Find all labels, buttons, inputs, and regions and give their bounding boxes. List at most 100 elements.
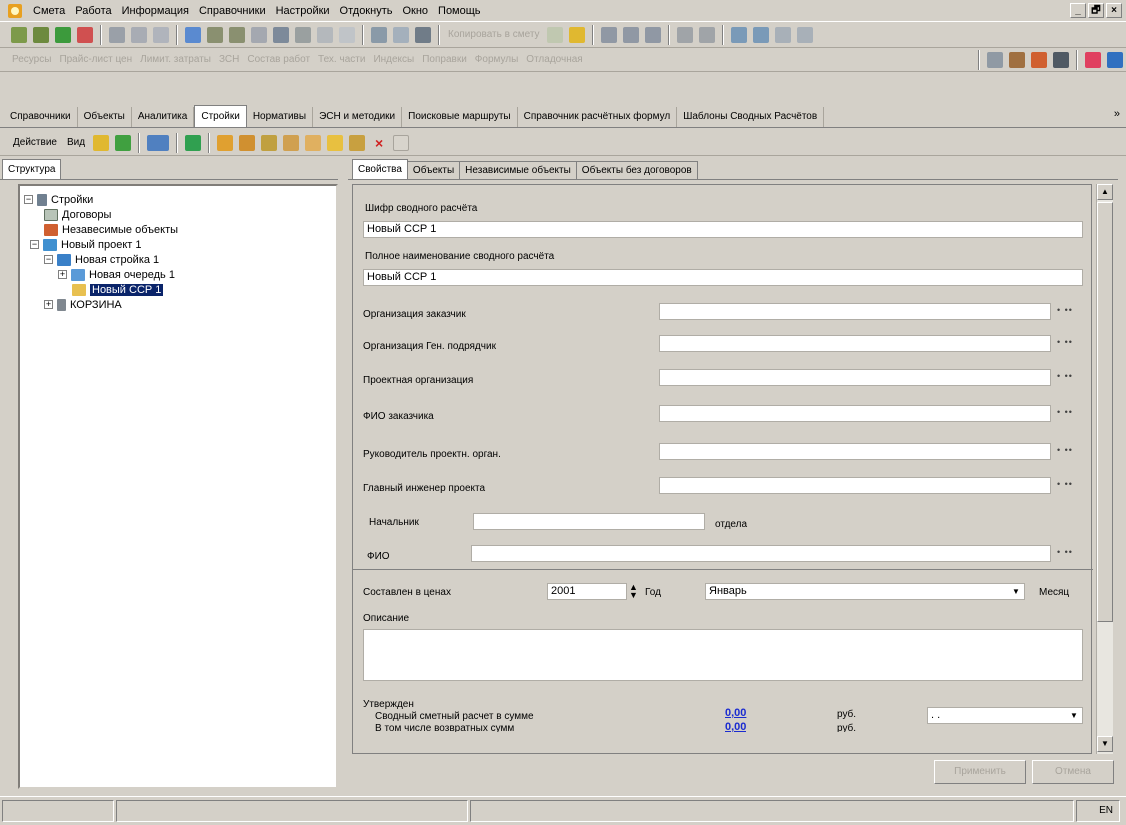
link-icon[interactable] <box>185 26 201 43</box>
returns-amount[interactable]: 0,00 <box>725 721 746 733</box>
undo-icon[interactable] <box>153 26 169 43</box>
menu-otdokhnut[interactable]: Отдокнуть <box>335 0 398 22</box>
approval-date-input[interactable]: . . <box>927 707 1083 724</box>
tab-formuly[interactable]: Справочник расчётных формул <box>518 107 678 127</box>
calc-icon[interactable] <box>207 26 223 43</box>
cut-icon[interactable] <box>339 26 355 43</box>
apply-button[interactable]: Применить <box>934 760 1026 784</box>
doc2-icon[interactable] <box>622 26 639 43</box>
month-dropdown-icon[interactable]: ▼ <box>1009 584 1023 599</box>
customer-org-input[interactable] <box>659 303 1051 320</box>
minimize-button[interactable]: _ <box>1070 3 1086 18</box>
fullname-input[interactable]: Новый ССР 1 <box>363 269 1083 286</box>
collapse-icon[interactable]: − <box>24 195 33 204</box>
tab-bez-dogovorov[interactable]: Объекты без договоров <box>575 161 698 179</box>
tree-item-stroika[interactable]: − Новая стройка 1 <box>24 252 332 267</box>
tree-item-nezavisimye[interactable]: Незавесимые объекты <box>24 222 332 237</box>
toolbar-item-teh[interactable]: Тех. части <box>314 54 369 65</box>
tree-item-stroiki[interactable]: − Стройки <box>24 192 332 207</box>
scroll-up-icon[interactable]: ▲ <box>1097 184 1113 200</box>
form-scrollbar[interactable]: ▲ ▼ <box>1096 184 1113 754</box>
menu-nastroiki[interactable]: Настройки <box>271 0 335 22</box>
green-add-icon[interactable] <box>115 134 132 151</box>
merge-icon[interactable] <box>393 26 409 43</box>
toolbar-item-zsn[interactable]: ЗСН <box>215 54 243 65</box>
save-icon[interactable] <box>55 26 71 43</box>
description-textarea[interactable] <box>363 629 1083 681</box>
new-queue-icon[interactable] <box>261 134 278 151</box>
year-spinner-icon[interactable]: ▲ ▼ <box>629 583 638 600</box>
info-icon[interactable] <box>415 26 431 43</box>
cancel-button[interactable]: Отмена <box>1032 760 1114 784</box>
project-head-lookup-button[interactable]: • •• <box>1057 445 1073 455</box>
year-input[interactable]: 2001 <box>547 583 627 600</box>
tab-svoistva[interactable]: Свойства <box>352 159 408 179</box>
machine-icon[interactable] <box>1053 51 1069 68</box>
summary-amount[interactable]: 0,00 <box>725 707 746 719</box>
tab-shablony[interactable]: Шаблоны Сводных Расчётов <box>677 107 825 127</box>
restore-button[interactable]: 🗗 <box>1088 3 1104 18</box>
filter1-icon[interactable] <box>676 26 693 43</box>
align4-icon[interactable] <box>796 26 813 43</box>
project-head-input[interactable] <box>659 443 1051 460</box>
tab-obekty-right[interactable]: Объекты <box>406 161 461 179</box>
roof-icon[interactable] <box>1031 51 1047 68</box>
tab-spravochniki[interactable]: Справочники <box>4 107 78 127</box>
gencontractor-input[interactable] <box>659 335 1051 352</box>
close-button[interactable]: × <box>1106 3 1122 18</box>
refresh-icon[interactable] <box>131 26 147 43</box>
toolbar-item-limit[interactable]: Лимит. затраты <box>136 54 215 65</box>
scroll-thumb[interactable] <box>1097 202 1113 622</box>
align3-icon[interactable] <box>774 26 791 43</box>
refresh-tree-icon[interactable] <box>185 134 202 151</box>
move-icon[interactable] <box>147 134 170 151</box>
tree-item-ochered[interactable]: + Новая очередь 1 <box>24 267 332 282</box>
tree-item-korzina[interactable]: + КОРЗИНА <box>24 297 332 312</box>
folder-add-icon[interactable] <box>93 134 110 151</box>
project-org-lookup-button[interactable]: • •• <box>1057 371 1073 381</box>
copy-folder-icon[interactable] <box>349 134 366 151</box>
menu-okno[interactable]: Окно <box>397 0 433 22</box>
grid-icon[interactable] <box>371 26 387 43</box>
collapse-icon[interactable]: − <box>44 255 53 264</box>
month-select[interactable]: Январь <box>705 583 1025 600</box>
tab-stroiki[interactable]: Стройки <box>194 105 247 127</box>
properties-icon[interactable] <box>393 134 410 151</box>
toolbar-item-indeksy[interactable]: Индексы <box>369 54 418 65</box>
tree-item-ssr[interactable]: Новый ССР 1 <box>24 282 332 297</box>
view-menu[interactable]: Вид <box>62 132 90 154</box>
toolbar-item-prais[interactable]: Прайс-лист цен <box>55 54 136 65</box>
menu-rabota[interactable]: Работа <box>70 0 116 22</box>
copy-to-estimate-button[interactable]: Копировать в смету <box>444 29 544 40</box>
expand-icon[interactable]: + <box>58 270 67 279</box>
open-icon[interactable] <box>33 26 49 43</box>
customer-fio-lookup-button[interactable]: • •• <box>1057 407 1073 417</box>
menu-informatsiya[interactable]: Информация <box>117 0 194 22</box>
new-ssr-icon[interactable] <box>305 134 322 151</box>
toolbar-item-popravki[interactable]: Поправки <box>418 54 471 65</box>
chief-engineer-input[interactable] <box>659 477 1051 494</box>
tab-analitika[interactable]: Аналитика <box>132 107 195 127</box>
tab-obekty[interactable]: Объекты <box>78 107 132 127</box>
tab-struktura[interactable]: Структура <box>2 159 62 179</box>
check-icon[interactable] <box>317 26 333 43</box>
refresh2-icon[interactable] <box>546 26 563 43</box>
action-menu[interactable]: Действие <box>8 132 62 154</box>
menu-smeta[interactable]: Смета <box>28 0 70 22</box>
pen-icon[interactable] <box>77 26 93 43</box>
list-icon[interactable] <box>251 26 267 43</box>
tab-nezavisimye[interactable]: Независимые объекты <box>459 161 577 179</box>
tree-item-dogovory[interactable]: Договоры <box>24 207 332 222</box>
tree-item-proekt[interactable]: − Новый проект 1 <box>24 237 332 252</box>
toolbar-item-sostav[interactable]: Состав работ <box>243 54 314 65</box>
chevron-right-icon[interactable]: » <box>1114 108 1120 120</box>
tab-esn[interactable]: ЭСН и методики <box>313 107 403 127</box>
gencontractor-lookup-button[interactable]: • •• <box>1057 337 1073 347</box>
new-folder-icon[interactable] <box>327 134 344 151</box>
chief-engineer-lookup-button[interactable]: • •• <box>1057 479 1073 489</box>
folder-icon[interactable] <box>568 26 585 43</box>
print-icon[interactable] <box>273 26 289 43</box>
expand-icon[interactable]: + <box>44 300 53 309</box>
red-tool-icon[interactable] <box>1085 51 1101 68</box>
customer-fio-input[interactable] <box>659 405 1051 422</box>
